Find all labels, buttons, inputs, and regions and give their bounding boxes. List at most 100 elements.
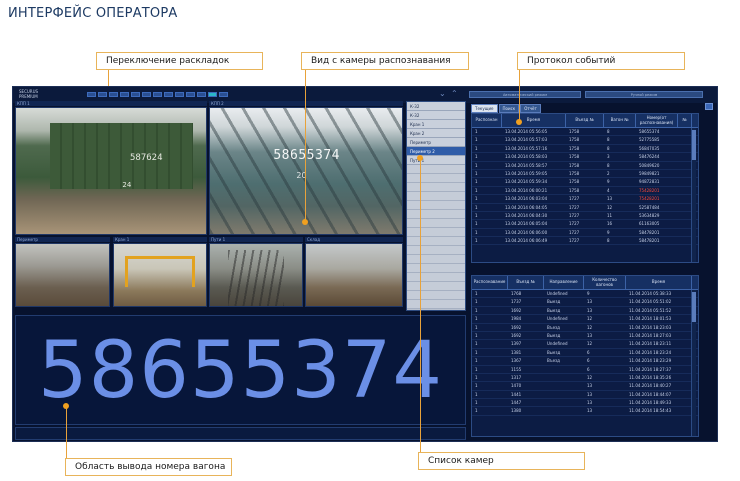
column-header[interactable]: Распознавание [472,276,508,289]
table-row[interactable]: 1 13.04.2014 06:06:49 1727 8 58478201 [472,237,698,246]
layout-button-10[interactable] [186,92,195,97]
table-cell: Выезд [547,349,561,355]
table-row[interactable]: 1 1447 13 11.04.2014 18:49:33 [472,399,698,408]
table-row[interactable]: 1 13.04.2014 05:59:34 1758 9 94872831 [472,178,698,187]
table-cell: Выезд [547,307,561,313]
tab-2[interactable]: Поиск [498,104,520,113]
chevron-down-icon[interactable]: ⌄ [439,89,446,98]
table-cell: 1 [475,187,478,193]
table-cell: 1758 [569,170,580,176]
table-cell: 13 [587,383,593,389]
table-row[interactable]: 1 1397 Undefined 12 11.04.2014 18:23:11 [472,340,698,349]
table-row[interactable]: 1 13.04.2014 06:00:21 1758 4 75428201 [472,187,698,196]
layout-button-3[interactable] [109,92,118,97]
table-cell: 1 [475,358,478,364]
scrollbar-thumb[interactable] [692,292,696,322]
table-row[interactable]: 1 1381 Выезд 6 11.04.2014 18:23:24 [472,349,698,358]
table-row[interactable]: 1 1367 Въезд 6 11.04.2014 18:23:29 [472,357,698,366]
table-row[interactable]: 1 13.04.2014 05:58:03 1758 3 58476244 [472,153,698,162]
layout-button-6[interactable] [142,92,151,97]
camera-thumb-perimeter[interactable] [15,243,110,307]
table-row[interactable]: 1 1737 Выезд 13 11.04.2014 05:51:02 [472,298,698,307]
table-row[interactable]: 1 1692 Въезд 12 11.04.2014 18:23:03 [472,324,698,332]
table-row[interactable]: 1 13.04.2014 05:57:16 1758 8 56847035 [472,145,698,154]
column-header[interactable]: Время [626,276,692,289]
scrollbar-thumb[interactable] [692,130,696,160]
auto-mode-button[interactable]: Автоматический режим [469,91,581,98]
table-row[interactable]: 1 13.04.2014 06:03:04 1727 13 75428201 [472,195,698,204]
table-row[interactable]: 1 13.04.2014 06:04:05 1727 12 52587484 [472,204,698,212]
table-row[interactable]: 1 13.04.2014 06:04:30 1727 11 53634829 [472,212,698,221]
camera-view-wagon-side[interactable]: 587624 24 [15,107,207,235]
table-row[interactable]: 1 1155 6 11.04.2014 18:27:37 [472,366,698,374]
table-row[interactable]: 1 13.04.2014 06:06:00 1727 9 58478201 [472,229,698,238]
table-row[interactable]: 1 1984 Undefined 12 11.04.2014 18:01:53 [472,315,698,324]
layout-button-13[interactable] [219,92,228,97]
manual-mode-button[interactable]: Ручной режим [585,91,703,98]
table-row[interactable]: 1 13.04.2014 05:57:03 1758 8 52775585 [472,136,698,145]
camera-list-empty-row [407,210,465,219]
table-row[interactable]: 1 1380 13 11.04.2014 18:54:43 [472,407,698,416]
layout-button-8[interactable] [164,92,173,97]
table-row[interactable]: 1 13.04.2014 05:56:05 1758 8 58655374 [472,128,698,137]
column-header[interactable]: Количество вагонов [584,276,626,289]
callout-line-camlist [420,158,421,452]
column-header[interactable]: Въезд № [566,114,604,127]
tab-3[interactable]: Отчёт [520,104,541,113]
column-header[interactable]: Время [502,114,566,127]
table-cell [678,170,692,177]
camera-list-item[interactable]: Периметр 2 [407,147,465,156]
table-row[interactable]: 1 13.04.2014 05:58:57 1758 8 50849620 [472,162,698,170]
table-scrollbar[interactable] [691,128,696,262]
table-cell [678,136,692,143]
camera-list-item[interactable]: Пути 1 [407,156,465,165]
table-row[interactable]: 1 1441 13 11.04.2014 18:44:07 [472,391,698,400]
column-header[interactable]: Распознан [472,114,502,127]
layout-button-11[interactable] [197,92,206,97]
column-header[interactable]: Направление [544,276,584,289]
column-header[interactable]: № [678,114,692,127]
table-row[interactable]: 1 1317 12 11.04.2014 18:35:26 [472,374,698,383]
camera-thumb-yard[interactable] [305,243,403,307]
camera-view-recognition[interactable]: 58655374 20 [209,107,403,235]
callout-line-layouts [108,70,109,86]
table-row[interactable]: 1 1768 Undefined 9 11.04.2014 05:38:33 [472,290,698,299]
table-row[interactable]: 1 1470 13 11.04.2014 18:40:27 [472,382,698,391]
table-scrollbar[interactable] [691,290,696,436]
table-cell: 8 [607,129,610,134]
column-header[interactable]: Номер(от распознавания) [636,114,678,127]
table-cell: 1758 [569,129,580,134]
table-cell: 1 [475,341,478,347]
camera-list-item[interactable]: К-32 [407,102,465,111]
camera-list-item[interactable]: Кран 1 [407,120,465,129]
camera-list-item[interactable]: Кран 2 [407,129,465,138]
layout-button-12[interactable] [208,92,217,97]
table-row[interactable]: 1 13.04.2014 06:05:04 1727 16 61163005 [472,220,698,229]
column-header[interactable]: Вагон № [604,114,636,127]
layout-button-5[interactable] [131,92,140,97]
table-cell: 1367 [511,358,522,364]
layout-button-2[interactable] [98,92,107,97]
table-row[interactable]: 1 1692 Выезд 13 11.04.2014 05:51:52 [472,307,698,316]
camera-list-item[interactable]: К-32 [407,111,465,120]
table-cell: 1 [475,374,478,380]
table-cell [678,237,692,244]
layout-button-1[interactable] [87,92,96,97]
table-cell: 11.04.2014 05:38:33 [629,291,672,296]
table-row[interactable]: 1 13.04.2014 05:59:05 1758 2 59849821 [472,170,698,179]
camera-list-empty-row [407,174,465,183]
column-header[interactable]: Въезд № [508,276,544,289]
camera-thumb-tracks[interactable] [209,243,303,307]
camera-list-item[interactable]: Периметр [407,138,465,147]
table-row[interactable]: 1 1692 Выезд 13 11.04.2014 18:27:03 [472,332,698,341]
export-icon[interactable] [705,103,713,110]
table-cell: 1 [475,137,478,143]
layout-button-9[interactable] [175,92,184,97]
tab-1[interactable]: Текущие [471,104,498,113]
layout-button-7[interactable] [153,92,162,97]
layout-button-4[interactable] [120,92,129,97]
table-cell: 1317 [511,374,522,380]
chevron-up-icon[interactable]: ⌃ [451,89,458,98]
table-cell: 11.04.2014 18:23:24 [629,349,672,355]
camera-thumb-crane[interactable] [113,243,207,307]
